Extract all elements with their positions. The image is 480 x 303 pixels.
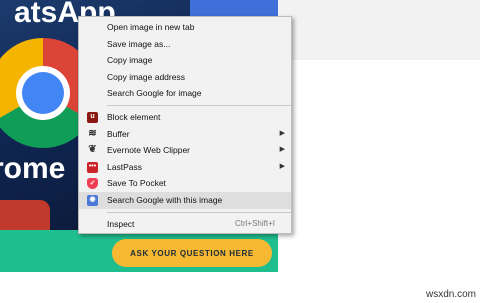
- menu-separator: [107, 104, 291, 106]
- menu-item-evernote-web-clipper[interactable]: ❦ Evernote Web Clipper ▶: [79, 142, 291, 159]
- menu-item-label: Save image as...: [107, 38, 171, 49]
- page-gray-band: [278, 0, 480, 60]
- menu-item-lastpass[interactable]: ••• LastPass ▶: [79, 159, 291, 176]
- app-tile-red: [0, 200, 50, 230]
- buffer-layers-icon: ≋: [88, 127, 97, 139]
- menu-item-label: Evernote Web Clipper: [107, 145, 190, 156]
- menu-item-label: Copy image address: [107, 71, 185, 82]
- evernote-elephant-icon: ❦: [88, 144, 97, 156]
- watermark: wsxdn.com: [425, 289, 476, 300]
- menu-item-label: Inspect: [107, 218, 135, 229]
- submenu-arrow-icon: ▶: [279, 129, 285, 137]
- menu-item-label: Open image in new tab: [107, 22, 195, 32]
- submenu-arrow-icon: ▶: [279, 162, 285, 170]
- menu-item-search-google-with-image[interactable]: ◉ Search Google with this image: [79, 191, 291, 209]
- lastpass-dots-icon: •••: [87, 161, 98, 173]
- google-camera-icon: ◉: [87, 194, 98, 206]
- image-caption-bottom: rome: [0, 152, 66, 185]
- menu-item-block-element[interactable]: u Block element: [79, 109, 291, 126]
- menu-item-label: Buffer: [107, 128, 130, 139]
- menu-item-save-to-pocket[interactable]: ✓ Save To Pocket: [79, 175, 291, 192]
- menu-item-label: Search Google with this image: [107, 194, 223, 205]
- menu-item-open-image-new-tab[interactable]: Open image in new tab: [79, 19, 291, 36]
- menu-item-save-image-as[interactable]: Save image as...: [79, 36, 291, 53]
- menu-item-label: Search Google for image: [107, 88, 202, 99]
- submenu-arrow-icon: ▶: [279, 146, 285, 154]
- menu-item-buffer[interactable]: ≋ Buffer ▶: [79, 126, 291, 143]
- menu-separator: [107, 211, 291, 213]
- menu-item-inspect[interactable]: Inspect Ctrl+Shift+I: [79, 216, 291, 233]
- menu-item-search-google-for-image[interactable]: Search Google for image: [79, 85, 291, 102]
- menu-item-label: Block element: [107, 111, 161, 122]
- menu-item-copy-image-address[interactable]: Copy image address: [79, 69, 291, 86]
- menu-item-label: Copy image: [107, 55, 153, 66]
- shortcut-hint: Ctrl+Shift+I: [234, 218, 275, 228]
- context-menu: Open image in new tab Save image as... C…: [78, 16, 292, 234]
- ask-question-button[interactable]: ASK YOUR QUESTION HERE: [112, 239, 272, 267]
- ublock-shield-icon: u: [87, 111, 98, 123]
- pocket-icon: ✓: [87, 178, 98, 190]
- menu-item-label: LastPass: [107, 161, 142, 172]
- menu-item-copy-image[interactable]: Copy image: [79, 52, 291, 69]
- menu-item-label: Save To Pocket: [107, 178, 166, 189]
